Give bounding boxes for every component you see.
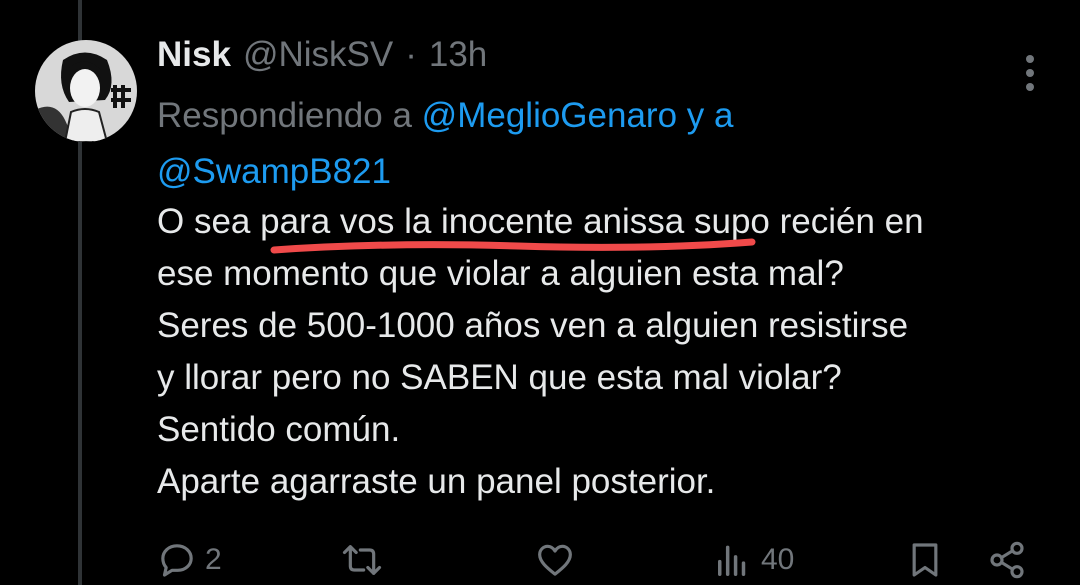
- reply-icon: [161, 544, 193, 577]
- mention-link[interactable]: @SwampB821: [157, 152, 391, 191]
- view-count: 40: [761, 543, 795, 576]
- share-icon: [990, 541, 1024, 579]
- reply-count: 2: [205, 543, 222, 576]
- more-icon: [1026, 55, 1034, 91]
- tweet-line: O sea para vos la inocente anissa supo r…: [157, 202, 924, 241]
- tweet-line: ese momento que violar a alguien esta ma…: [157, 254, 844, 293]
- tweet-text: O sea para vos la inocente anissa supo r…: [157, 196, 1057, 508]
- action-bar: 2 40: [157, 535, 1037, 585]
- tweet-line: Sentido común.: [157, 410, 401, 449]
- like-button[interactable]: [535, 535, 583, 585]
- replying-to-conjunction[interactable]: y a: [687, 96, 734, 135]
- avatar[interactable]: [35, 40, 137, 142]
- separator-dot: ·: [405, 35, 417, 74]
- reply-button[interactable]: 2: [157, 535, 222, 585]
- mention-link[interactable]: @MeglioGenaro: [422, 96, 677, 135]
- tweet-header: Nisk @NiskSV · 13h: [157, 30, 487, 80]
- bookmark-icon: [912, 543, 938, 577]
- views-icon: [718, 545, 746, 576]
- display-name[interactable]: Nisk: [157, 35, 231, 75]
- tweet-line: Seres de 500-1000 años ven a alguien res…: [157, 306, 909, 345]
- tweet-line: y llorar pero no SABEN que esta mal viol…: [157, 358, 842, 397]
- like-icon: [538, 544, 572, 576]
- retweet-button[interactable]: [342, 535, 390, 585]
- share-button[interactable]: [987, 535, 1027, 585]
- tweet-line: Aparte agarraste un panel posterior.: [157, 462, 716, 501]
- user-handle[interactable]: @NiskSV: [243, 35, 393, 75]
- views-button[interactable]: 40: [715, 535, 794, 585]
- replying-to-label: Respondiendo a: [157, 96, 412, 135]
- timestamp[interactable]: 13h: [429, 35, 487, 75]
- replying-to: Respondiendo a @MeglioGenaro y a @SwampB…: [157, 88, 1037, 200]
- bookmark-button[interactable]: [905, 535, 945, 585]
- retweet-icon: [342, 545, 382, 575]
